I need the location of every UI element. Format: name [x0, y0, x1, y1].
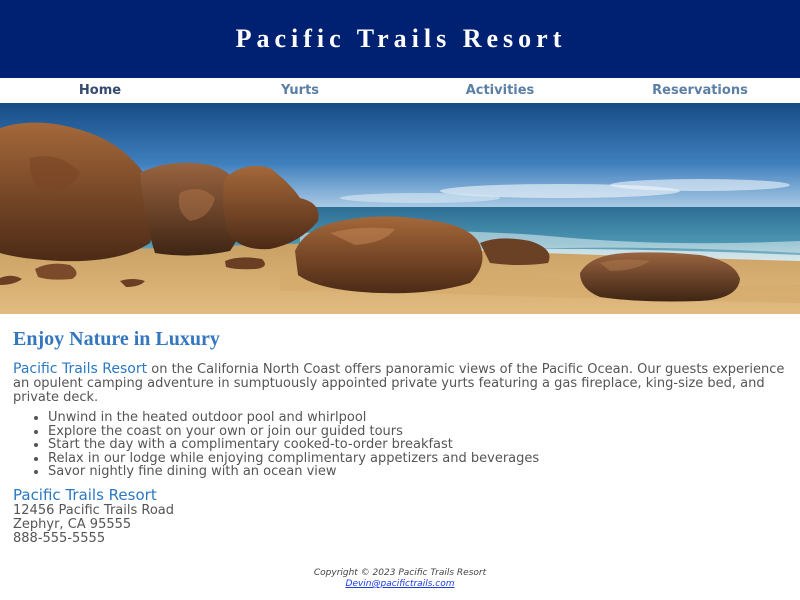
- page-heading: Enjoy Nature in Luxury: [13, 328, 220, 350]
- features-list: Unwind in the heated outdoor pool and wh…: [13, 411, 787, 479]
- list-item: Relax in our lodge while enjoying compli…: [48, 451, 787, 466]
- list-item: Start the day with a complimentary cooke…: [48, 438, 787, 452]
- street-address: 12456 Pacific Trails Road: [13, 502, 175, 518]
- hero-image: [0, 103, 800, 314]
- phone-number: 888-555-5555: [13, 530, 106, 546]
- list-item: Savor nightly fine dining with an ocean …: [48, 465, 787, 479]
- main-nav: Home Yurts Activities Reservations: [0, 78, 800, 103]
- beach-photo-icon: [0, 103, 800, 314]
- site-header: Pacific Trails Resort: [0, 0, 800, 78]
- site-title: Pacific Trails Resort: [235, 24, 567, 53]
- list-item: Explore the coast on your own or join ou…: [48, 424, 787, 439]
- contact-title: Pacific Trails Resort: [13, 485, 157, 504]
- nav-link-yurts[interactable]: Yurts: [200, 78, 400, 103]
- copyright-text: Copyright © 2023 Pacific Trails Resort: [313, 568, 487, 578]
- main-content: Enjoy Nature in Luxury Pacific Trails Re…: [0, 327, 800, 546]
- city-state-zip: Zephyr, CA 95555: [13, 516, 132, 532]
- nav-link-home[interactable]: Home: [0, 78, 200, 103]
- list-item: Unwind in the heated outdoor pool and wh…: [48, 411, 787, 425]
- contact-info: Pacific Trails Resort 12456 Pacific Trai…: [13, 486, 787, 546]
- intro-paragraph: Pacific Trails Resort on the California …: [13, 362, 787, 405]
- page: Pacific Trails Resort Home Yurts Activit…: [0, 0, 800, 600]
- nav-link-reservations[interactable]: Reservations: [600, 78, 800, 103]
- nav-link-activities[interactable]: Activities: [400, 78, 600, 103]
- email-link[interactable]: Devin@pacifictrails.com: [346, 579, 455, 589]
- intro-brand-name: Pacific Trails Resort: [13, 361, 148, 377]
- site-footer: Copyright © 2023 Pacific Trails Resort D…: [0, 568, 800, 590]
